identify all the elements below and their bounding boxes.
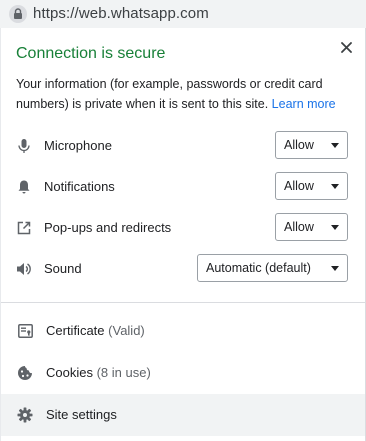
permission-row-sound: Sound Automatic (default): [1, 254, 365, 284]
permission-row-notifications: Notifications Allow: [1, 172, 365, 202]
certificate-status: (Valid): [108, 323, 145, 338]
chevron-down-icon: [331, 143, 339, 148]
bell-icon: [15, 178, 33, 196]
certificate-row[interactable]: Certificate (Valid): [1, 310, 365, 352]
chevron-down-icon: [331, 225, 339, 230]
notifications-select[interactable]: Allow: [275, 172, 348, 200]
connection-title: Connection is secure: [16, 45, 166, 62]
microphone-select[interactable]: Allow: [275, 131, 348, 159]
connection-description: Your information (for example, passwords…: [16, 74, 354, 114]
certificate-icon: [16, 322, 34, 340]
cookies-label: Cookies (8 in use): [46, 365, 151, 380]
permission-label: Notifications: [44, 179, 115, 194]
permission-label: Sound: [44, 261, 82, 276]
cookies-row[interactable]: Cookies (8 in use): [1, 352, 365, 394]
lock-icon[interactable]: [9, 5, 27, 23]
select-value: Allow: [284, 179, 314, 193]
url-text[interactable]: https://web.whatsapp.com: [33, 5, 209, 22]
certificate-label: Certificate (Valid): [46, 323, 145, 338]
chevron-down-icon: [331, 184, 339, 189]
permission-label: Microphone: [44, 138, 112, 153]
certificate-text: Certificate: [46, 323, 105, 338]
external-link-icon: [15, 219, 33, 237]
microphone-icon: [15, 137, 33, 155]
sound-select[interactable]: Automatic (default): [197, 254, 348, 282]
cookie-icon: [16, 364, 34, 382]
permission-label: Pop-ups and redirects: [44, 220, 172, 235]
learn-more-link[interactable]: Learn more: [272, 97, 336, 111]
select-value: Allow: [284, 220, 314, 234]
speaker-icon: [15, 260, 33, 278]
divider: [1, 302, 365, 303]
select-value: Allow: [284, 138, 314, 152]
popups-select[interactable]: Allow: [275, 213, 348, 241]
permission-row-popups: Pop-ups and redirects Allow: [1, 213, 365, 243]
close-icon[interactable]: [337, 38, 355, 56]
chevron-down-icon: [331, 266, 339, 271]
site-settings-row[interactable]: Site settings: [1, 394, 365, 436]
cookies-count: (8 in use): [96, 365, 151, 380]
address-bar[interactable]: https://web.whatsapp.com: [0, 0, 366, 28]
cookies-text: Cookies: [46, 365, 93, 380]
select-value: Automatic (default): [206, 261, 311, 275]
gear-icon: [16, 406, 34, 424]
site-info-panel: Connection is secure Your information (f…: [0, 28, 366, 441]
permission-row-microphone: Microphone Allow: [1, 131, 365, 161]
site-settings-label: Site settings: [46, 407, 117, 422]
